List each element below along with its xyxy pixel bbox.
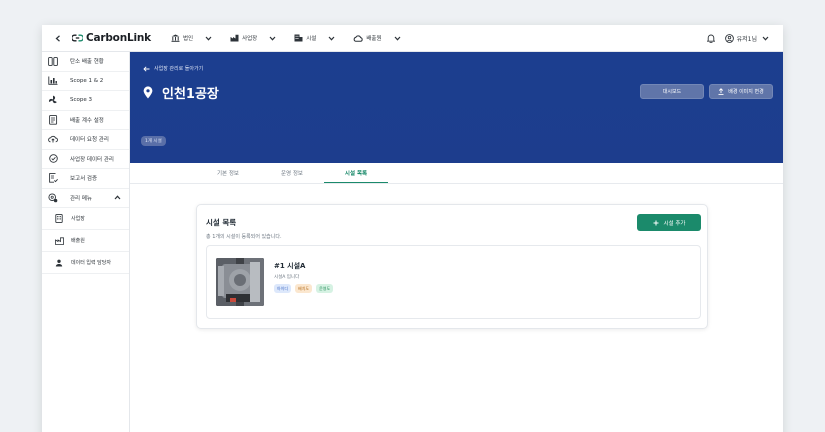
sidebar-item-label: Scope 3 [70, 97, 93, 104]
sidebar-item-admin-menu[interactable]: 관리 메뉴 [42, 189, 129, 208]
sidebar-item-scope-3[interactable]: Scope 3 [42, 91, 129, 111]
chevron-down-icon [269, 36, 276, 41]
user-circle-icon [724, 34, 734, 43]
tab-facility-list[interactable]: 시설 목록 [324, 163, 388, 183]
sidebar-item-label: 보고서 검증 [70, 176, 98, 183]
logo-text: CarbonLink [86, 32, 151, 44]
sidebar-subitem-emission-source[interactable]: 배출원 [42, 230, 129, 252]
sidebar-subitem-site[interactable]: 사업장 [42, 208, 129, 230]
change-background-button[interactable]: 배경 이미지 변경 [709, 84, 773, 99]
plus-icon [653, 220, 658, 225]
logo[interactable]: CarbonLink [72, 32, 151, 44]
chart-icon [48, 76, 58, 86]
site-title-row: 인천1공장 [143, 83, 219, 102]
sidebar-item-label: 배출원 [71, 238, 85, 244]
sidebar-item-label: 데이터 입력 담당자 [71, 260, 111, 266]
tab-bar: 기본 정보 운영 정보 시설 목록 [196, 163, 388, 183]
sidebar-item-emission-factor[interactable]: 배출 계수 설정 [42, 111, 129, 130]
document-grid-icon [48, 114, 58, 125]
chevron-down-icon [762, 36, 769, 41]
sidebar-item-label: Scope 1 & 2 [70, 77, 104, 84]
chevron-left-icon [55, 34, 60, 42]
facility-description: 시설A 입니다 [274, 275, 300, 280]
page-title: 인천1공장 [162, 87, 219, 102]
arrow-left-icon [143, 65, 150, 72]
sidebar-item-label: 데이터 요청 관리 [70, 137, 109, 144]
sidebar-item-site-data[interactable]: 사업장 데이터 관리 [42, 150, 129, 169]
sidebar-item-label: 사업장 데이터 관리 [70, 156, 114, 163]
sidebar-item-data-request[interactable]: 데이터 요청 관리 [42, 130, 129, 150]
main-content: 사업장 관리로 돌아가기 인천1공장 1개 시설 대시보드 배경 이미지 변경 … [130, 52, 783, 432]
person-icon [54, 258, 64, 268]
facility-name: #1 시설A [274, 262, 306, 270]
change-background-label: 배경 이미지 변경 [728, 89, 764, 95]
cloud-upload-icon [48, 134, 58, 144]
bank-icon [171, 34, 180, 42]
back-button[interactable] [52, 32, 64, 44]
back-to-site-list-link[interactable]: 사업장 관리로 돌아가기 [143, 65, 203, 72]
nav-label: 법인 [182, 36, 194, 42]
top-right-area: 유저1님 [706, 25, 769, 52]
sidebar-subitem-data-manager[interactable]: 데이터 입력 담당자 [42, 252, 129, 274]
cloud-icon [354, 34, 364, 42]
report-check-icon [48, 173, 58, 183]
card-subtitle: 총 1개의 시설이 등록되어 있습니다. [206, 234, 282, 240]
facility-tags: 아이디 배치도 운영도 [274, 284, 337, 293]
nav-item-facility[interactable]: 시설 [294, 34, 335, 42]
nav-item-corporation[interactable]: 법인 [171, 34, 212, 42]
chevron-up-icon [114, 194, 121, 199]
add-facility-button[interactable]: 시설 추가 [637, 214, 701, 231]
facility-count-badge: 1개 시설 [141, 136, 166, 146]
carbonlink-logo-icon [72, 34, 83, 42]
nav-label: 배출원 [366, 36, 382, 42]
tag-layout: 배치도 [295, 284, 313, 293]
sidebar-item-label: 관리 메뉴 [70, 195, 92, 202]
chevron-down-icon [328, 36, 335, 41]
sidebar-item-report-verify[interactable]: 보고서 검증 [42, 169, 129, 189]
facility-photo [216, 258, 264, 306]
factory-icon [230, 34, 239, 42]
dashboard-button[interactable]: 대시보드 [640, 84, 704, 99]
sidebar: 탄소 배출 현황 Scope 1 & 2 Scope 3 배출 계수 설정 데이… [42, 52, 130, 432]
facility-item[interactable]: #1 시설A 시설A 입니다 아이디 배치도 운영도 [206, 245, 701, 319]
user-menu[interactable]: 유저1님 [724, 34, 769, 43]
site-banner: 사업장 관리로 돌아가기 인천1공장 1개 시설 대시보드 배경 이미지 변경 [130, 52, 783, 163]
facility-list-card: 시설 목록 총 1개의 시설이 등록되어 있습니다. 시설 추가 #1 시설A … [196, 204, 708, 329]
app-window: CarbonLink 법인 사업장 시설 배출원 유저1님 탄소 배출 현황 S… [42, 25, 783, 432]
user-name: 유저1님 [736, 36, 757, 43]
sidebar-item-scope-1-2[interactable]: Scope 1 & 2 [42, 72, 129, 91]
upload-icon [718, 88, 724, 95]
tag-id: 아이디 [274, 284, 292, 293]
fan-icon [48, 95, 58, 105]
chevron-down-icon [394, 36, 401, 41]
factory-icon [54, 236, 64, 246]
nav-item-site[interactable]: 사업장 [230, 34, 276, 42]
back-link-label: 사업장 관리로 돌아가기 [154, 66, 204, 72]
tab-divider [130, 183, 783, 184]
chevron-down-icon [205, 36, 212, 41]
nav-item-emission-source[interactable]: 배출원 [353, 34, 401, 42]
check-circle-icon [48, 154, 58, 164]
columns-icon [48, 56, 58, 66]
location-pin-icon [143, 86, 153, 99]
tag-operation: 운영도 [316, 284, 334, 293]
sidebar-item-emission-status[interactable]: 탄소 배출 현황 [42, 52, 129, 72]
top-bar: CarbonLink 법인 사업장 시설 배출원 유저1님 [42, 25, 783, 52]
sidebar-item-label: 탄소 배출 현황 [70, 59, 104, 66]
sidebar-item-label: 사업장 [71, 216, 85, 222]
nav-label: 사업장 [242, 36, 258, 42]
top-nav: 법인 사업장 시설 배출원 [171, 34, 419, 42]
building-icon [294, 34, 303, 42]
settings-gear-icon [48, 193, 58, 203]
card-title: 시설 목록 [206, 218, 237, 227]
tab-basic-info[interactable]: 기본 정보 [196, 163, 260, 183]
sidebar-item-label: 배출 계수 설정 [70, 117, 104, 124]
bell-icon[interactable] [706, 34, 715, 43]
building-icon [54, 214, 64, 224]
tab-operation-info[interactable]: 운영 정보 [260, 163, 324, 183]
nav-label: 시설 [306, 36, 317, 42]
add-facility-label: 시설 추가 [663, 220, 686, 227]
